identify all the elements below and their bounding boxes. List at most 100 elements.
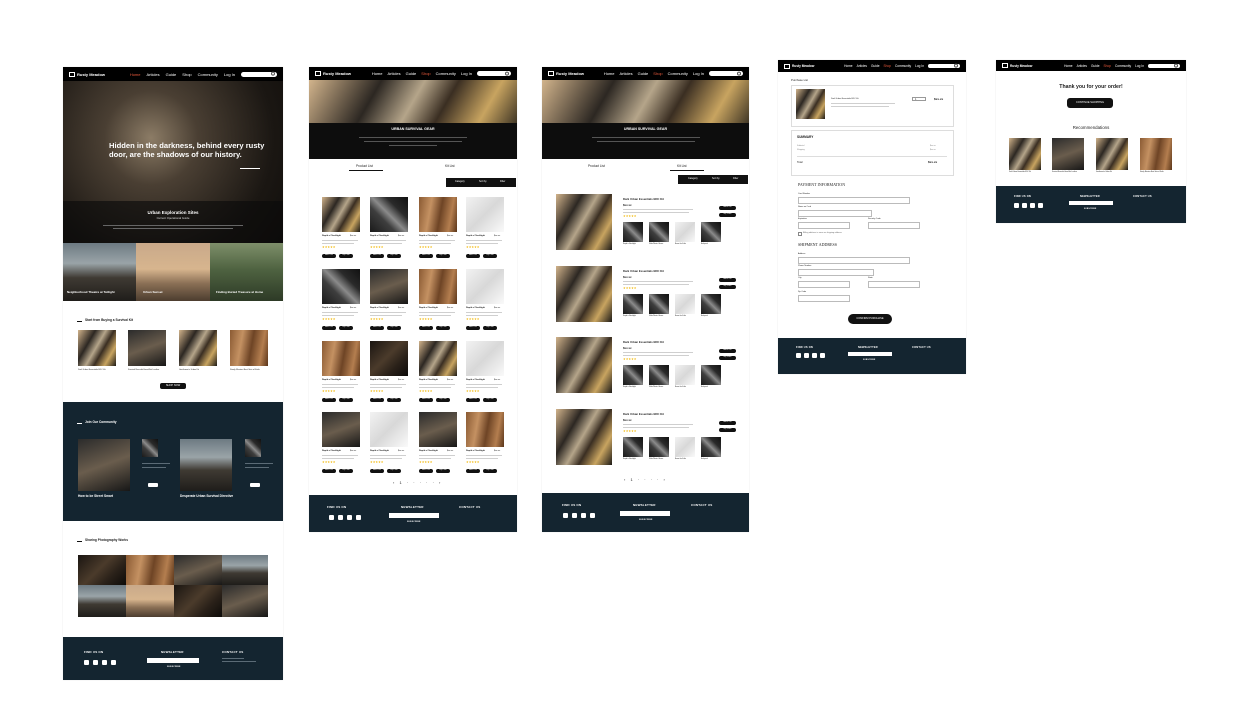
nav-login[interactable]: Log In (461, 71, 472, 76)
buy-now-button[interactable]: Buy It Now (339, 398, 353, 402)
tumblr-icon[interactable] (111, 660, 116, 665)
add-to-cart-button[interactable]: Add to Cart (719, 278, 736, 282)
instagram-icon[interactable] (338, 515, 343, 520)
twitter-icon[interactable] (347, 515, 352, 520)
product-card[interactable]: Rapid-x Flashlight $xx.xx ★★★★★ Add to Cart… (419, 197, 457, 263)
nav-articles[interactable]: Articles (387, 71, 400, 76)
zip-input[interactable] (798, 295, 850, 302)
facebook-icon[interactable] (84, 660, 89, 665)
buy-now-button[interactable]: Buy It Now (339, 254, 353, 258)
shop-now-button[interactable]: SHOP NOW (160, 383, 186, 389)
nav-home[interactable]: Home (844, 64, 853, 68)
kit-item-image[interactable] (675, 365, 695, 385)
product-image[interactable] (322, 197, 360, 232)
add-to-cart-button[interactable]: Add to Cart (370, 398, 384, 402)
pagination[interactable]: ‹ 1 · · · · · › (393, 480, 442, 485)
card-name-input[interactable] (798, 210, 872, 217)
buy-now-button[interactable]: Buy It Now (436, 326, 450, 330)
buy-now-button[interactable]: Buy It Now (387, 398, 401, 402)
product-image[interactable] (466, 341, 504, 376)
add-to-cart-button[interactable]: Add to Cart (466, 398, 480, 402)
kit-item-image[interactable] (675, 294, 695, 314)
card-number-input[interactable] (798, 197, 910, 204)
phone-input[interactable] (798, 269, 874, 276)
state-input[interactable] (868, 281, 920, 288)
product-image[interactable] (419, 412, 457, 447)
nav-articles[interactable]: Articles (146, 72, 159, 77)
product-card[interactable]: Rapid-x Flashlight $xx.xx ★★★★★ Add to Cart… (419, 341, 457, 407)
buy-now-button[interactable]: Buy It Now (719, 213, 736, 217)
community-image-1[interactable] (78, 439, 130, 491)
nav-login[interactable]: Log In (224, 72, 235, 77)
product-image[interactable] (322, 341, 360, 376)
security-code-input[interactable] (868, 222, 920, 229)
product-card[interactable]: Rapid-x Flashlight $xx.xx ★★★★★ Add to Cart… (370, 341, 408, 407)
product-image[interactable] (466, 269, 504, 304)
kit-image[interactable] (556, 337, 612, 393)
buy-now-button[interactable]: Buy It Now (387, 469, 401, 473)
product-image[interactable] (466, 412, 504, 447)
subscribe-button[interactable]: SUBSCRIBE (863, 359, 875, 361)
tab-product-list[interactable]: Product List (588, 164, 605, 168)
product-card[interactable]: Rapid-x Flashlight $xx.xx ★★★★★ Add to Cart… (370, 197, 408, 263)
add-to-cart-button[interactable]: Add to Cart (419, 254, 433, 258)
product-card[interactable]: Rapid-x Flashlight $xx.xx ★★★★★ Add to Cart… (419, 412, 457, 478)
photo-8[interactable] (222, 585, 268, 617)
kit-row[interactable]: Dark Urban Essentials EDC Kit $xx.xx ★★★★★… (556, 266, 746, 326)
buy-now-button[interactable]: Buy It Now (339, 469, 353, 473)
logo[interactable]: Rusty Meadow (548, 71, 584, 76)
buy-now-button[interactable]: Buy It Now (436, 398, 450, 402)
rec-image-4[interactable] (1140, 138, 1172, 170)
kit-image-2[interactable] (128, 330, 166, 366)
continue-shopping-button[interactable]: CONTINUE SHOPPING (1067, 98, 1113, 108)
add-to-cart-button[interactable]: Add to Cart (322, 398, 336, 402)
add-to-cart-button[interactable]: Add to Cart (719, 421, 736, 425)
nav-community[interactable]: Community (895, 64, 911, 68)
nav-login[interactable]: Log In (915, 64, 924, 68)
buy-now-button[interactable]: Buy It Now (483, 326, 497, 330)
nav-guide[interactable]: Guide (1091, 64, 1100, 68)
rec-image-2[interactable] (1052, 138, 1084, 170)
add-to-cart-button[interactable]: Add to Cart (419, 398, 433, 402)
tab-kit-list[interactable]: Kit List (677, 164, 687, 168)
product-card[interactable]: Rapid-x Flashlight $xx.xx ★★★★★ Add to Cart… (322, 197, 360, 263)
kit-item-image[interactable] (675, 222, 695, 242)
product-card[interactable]: Rapid-x Flashlight $xx.xx ★★★★★ Add to Cart… (370, 412, 408, 478)
kit-image-1[interactable] (78, 330, 116, 366)
kit-item-image[interactable] (649, 437, 669, 457)
filter-sort[interactable]: Sort by (712, 177, 720, 180)
facebook-icon[interactable] (796, 353, 801, 358)
nav-guide[interactable]: Guide (406, 71, 417, 76)
nav-shop[interactable]: Shop (421, 71, 430, 76)
nav-community[interactable]: Community (436, 71, 456, 76)
nav-community[interactable]: Community (198, 72, 218, 77)
nav-home[interactable]: Home (604, 71, 615, 76)
kit-item-image[interactable] (649, 294, 669, 314)
newsletter-email-input[interactable] (389, 513, 439, 518)
product-card[interactable]: Rapid-x Flashlight $xx.xx ★★★★★ Add to Cart… (466, 341, 504, 407)
kit-image[interactable] (556, 194, 612, 250)
product-image[interactable] (466, 197, 504, 232)
add-to-cart-button[interactable]: Add to Cart (466, 469, 480, 473)
nav-shop[interactable]: Shop (884, 64, 891, 68)
newsletter-email-input[interactable] (147, 658, 199, 663)
buy-now-button[interactable]: Buy It Now (719, 285, 736, 289)
product-image[interactable] (322, 269, 360, 304)
buy-now-button[interactable]: Buy It Now (436, 469, 450, 473)
subscribe-button[interactable]: SUBSCRIBE (1084, 208, 1096, 210)
product-card[interactable]: Rapid-x Flashlight $xx.xx ★★★★★ Add to Cart… (322, 269, 360, 335)
add-to-cart-button[interactable]: Add to Cart (322, 326, 336, 330)
pagination[interactable]: ‹ 1 · · · · › (624, 477, 667, 482)
nav-home[interactable]: Home (1064, 64, 1073, 68)
kit-row[interactable]: Dark Urban Essentials EDC Kit $xx.xx ★★★★★… (556, 337, 746, 397)
newsletter-email-input[interactable] (848, 352, 892, 356)
filter-sort[interactable]: Sort by (479, 180, 487, 183)
twitter-icon[interactable] (812, 353, 817, 358)
add-to-cart-button[interactable]: Add to Cart (322, 254, 336, 258)
more-button-2[interactable] (250, 483, 260, 487)
product-image[interactable] (370, 197, 408, 232)
subscribe-button[interactable]: SUBSCRIBE (639, 519, 653, 521)
nav-shop[interactable]: Shop (653, 71, 662, 76)
search-input[interactable] (241, 71, 277, 77)
nav-articles[interactable]: Articles (619, 71, 632, 76)
